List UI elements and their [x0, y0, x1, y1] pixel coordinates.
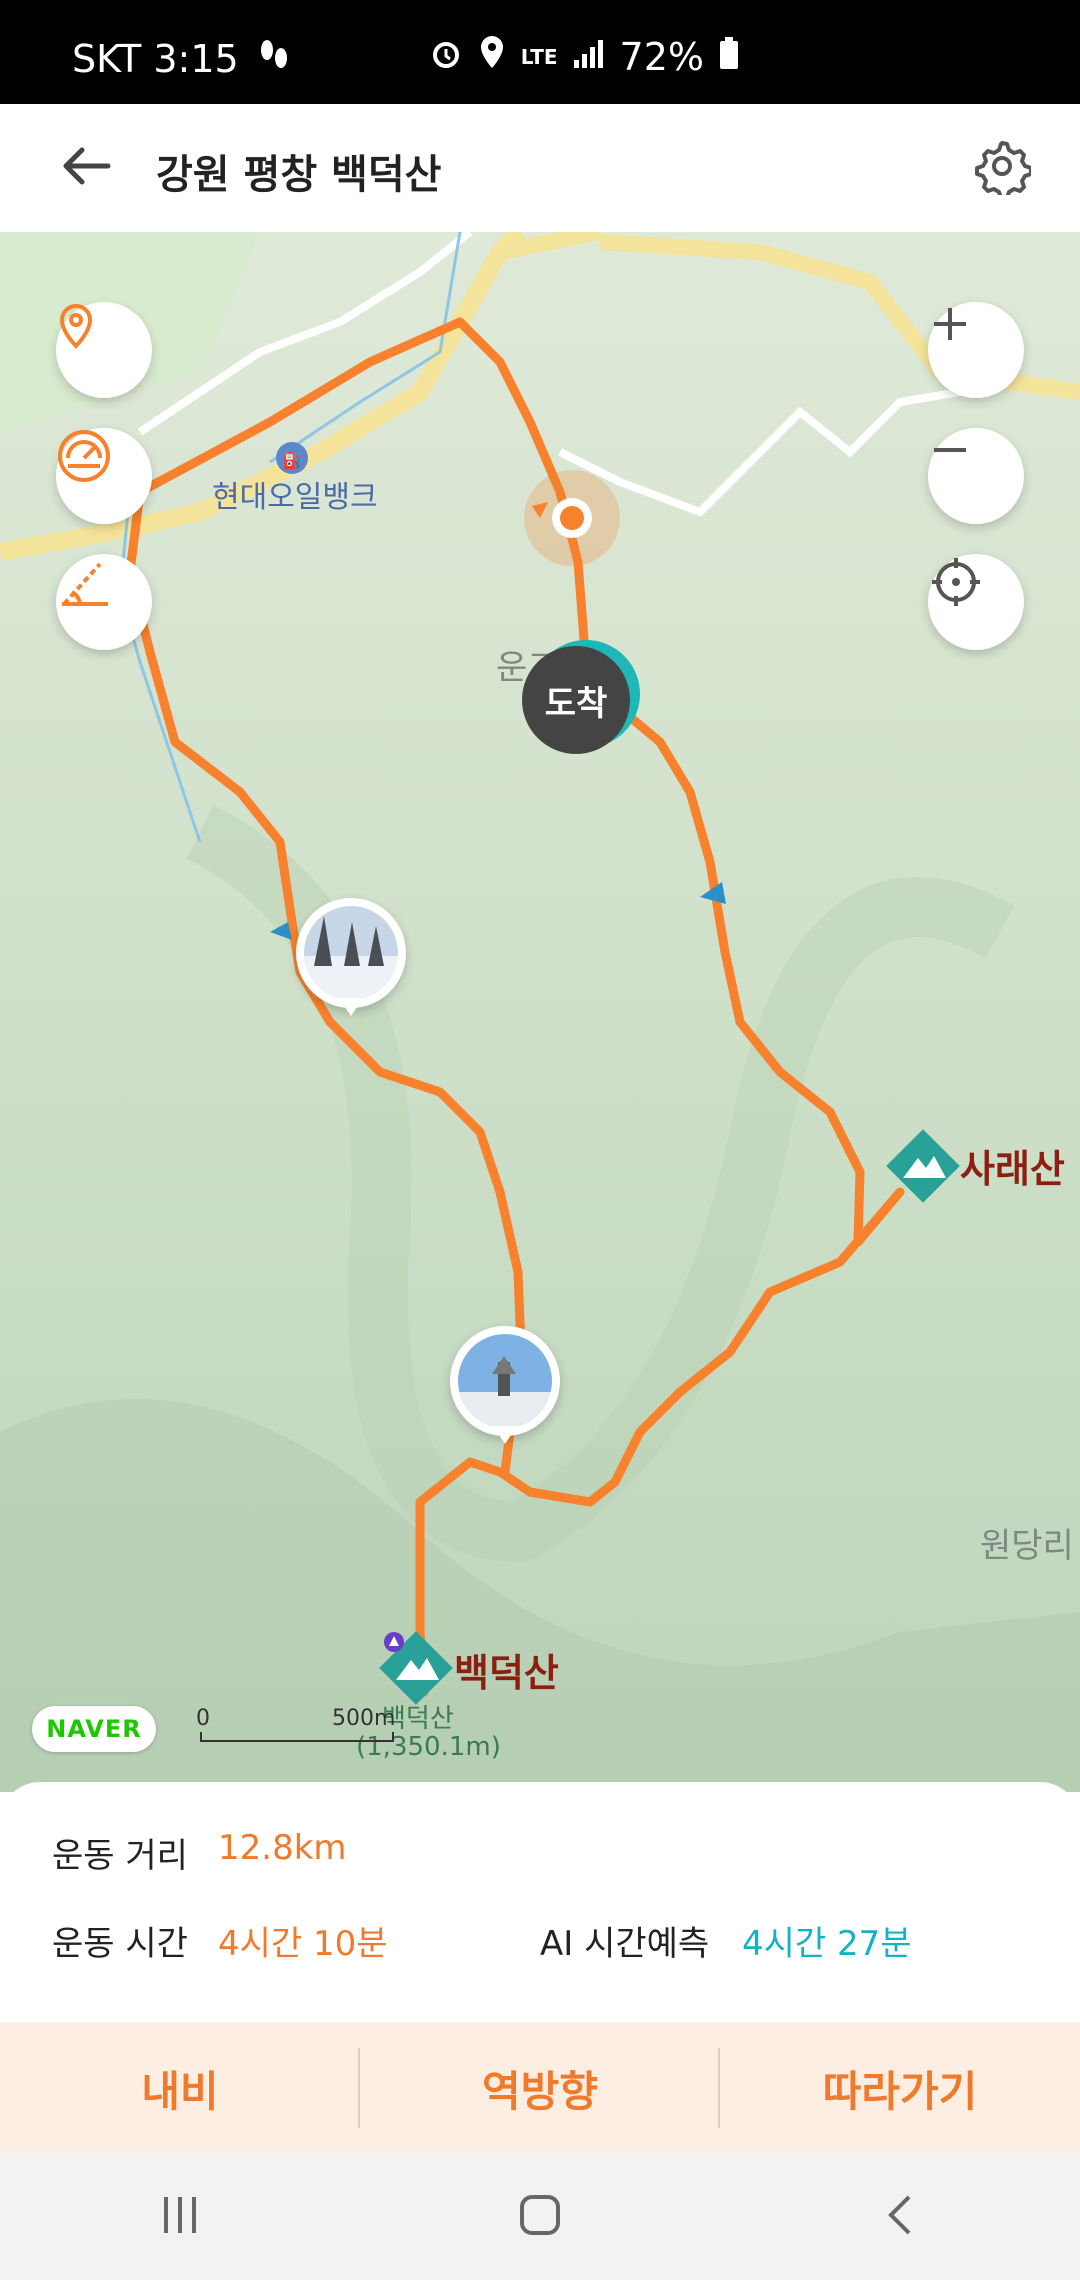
photo-thumbnail [458, 1334, 552, 1428]
navi-button[interactable]: 내비 [0, 2022, 360, 2154]
time-value: 4시간 10분 [218, 1924, 388, 1964]
location-pin-button[interactable] [56, 302, 152, 398]
scale-zero: 0 [196, 1706, 210, 1731]
back-button[interactable] [56, 138, 116, 198]
status-icons: LTE 72% [429, 34, 740, 79]
scale-bar [200, 1732, 394, 1742]
photo-thumbnail [304, 906, 398, 1000]
scale-distance: 500m [332, 1706, 396, 1731]
naver-logo: NAVER [32, 1706, 156, 1752]
action-bar: 내비 역방향 따라가기 [0, 2022, 1080, 2154]
signal-icon [572, 35, 606, 79]
place-wondang: 원당리 [980, 1526, 1074, 1566]
photo-marker[interactable] [296, 898, 406, 1016]
battery-icon [718, 35, 740, 79]
follow-button[interactable]: 따라가기 [720, 2022, 1080, 2154]
home-icon [518, 2193, 562, 2241]
ai-time-label: AI 시간예측 [540, 1924, 710, 1964]
status-right: LTE 72% [429, 34, 740, 79]
chevron-left-icon [885, 2193, 915, 2241]
time-label: 운동 시간 [52, 1924, 188, 1964]
arrow-left-icon [60, 146, 112, 190]
map-canvas: ⛽ [0, 232, 1080, 1792]
speed-button[interactable] [56, 428, 152, 524]
map-view[interactable]: ⛽ 현대오일뱅크 운교리 원당리 사래산 백덕산 백덕산 (1,350.1m) … [0, 232, 1080, 1792]
home-button[interactable] [490, 2177, 590, 2257]
slope-button[interactable] [56, 554, 152, 650]
recenter-button[interactable] [928, 554, 1024, 650]
zoom-out-button[interactable] [928, 428, 1024, 524]
status-left: SKT 3:15 [72, 34, 293, 83]
status-bar: SKT 3:15 LTE 72% [0, 0, 1080, 104]
location-icon [477, 34, 507, 79]
arrival-bubble[interactable]: 도착 [522, 646, 630, 754]
recent-apps-button[interactable] [130, 2177, 230, 2257]
app-bar: 강원 평창 백덕산 [0, 104, 1080, 232]
battery-text: 72% [619, 34, 704, 79]
marker-tail [493, 1426, 517, 1444]
settings-button[interactable] [968, 134, 1036, 202]
follow-label: 따라가기 [822, 2066, 978, 2116]
steps-icon [253, 34, 293, 83]
peak-label-baekdeok: 백덕산 [454, 1651, 559, 1695]
distance-label: 운동 거리 [52, 1836, 188, 1876]
distance-value: 12.8km [218, 1828, 347, 1868]
system-nav-bar [0, 2154, 1080, 2280]
summary-panel: 운동 거리 12.8km 운동 시간 4시간 10분 AI 시간예측 4시간 2… [0, 1782, 1080, 2022]
svg-text:⛽: ⛽ [282, 451, 302, 470]
carrier-time: SKT 3:15 [72, 36, 239, 81]
back-nav-button[interactable] [850, 2177, 950, 2257]
zoom-in-button[interactable] [928, 302, 1024, 398]
page-title: 강원 평창 백덕산 [156, 152, 442, 198]
photo-marker[interactable] [450, 1326, 560, 1444]
navi-label: 내비 [141, 2066, 219, 2116]
peak-label-sarae: 사래산 [960, 1147, 1065, 1191]
alarm-icon [429, 35, 463, 79]
reverse-label: 역방향 [482, 2066, 598, 2116]
ai-time-value: 4시간 27분 [742, 1924, 912, 1964]
lte-icon: LTE [520, 44, 558, 69]
recent-apps-icon [158, 2195, 202, 2239]
gas-station-label: 현대오일뱅크 [212, 480, 378, 515]
map-scale: 0 500m [196, 1706, 396, 1742]
marker-tail [339, 998, 363, 1016]
reverse-button[interactable]: 역방향 [360, 2022, 720, 2154]
gear-icon [973, 137, 1033, 200]
